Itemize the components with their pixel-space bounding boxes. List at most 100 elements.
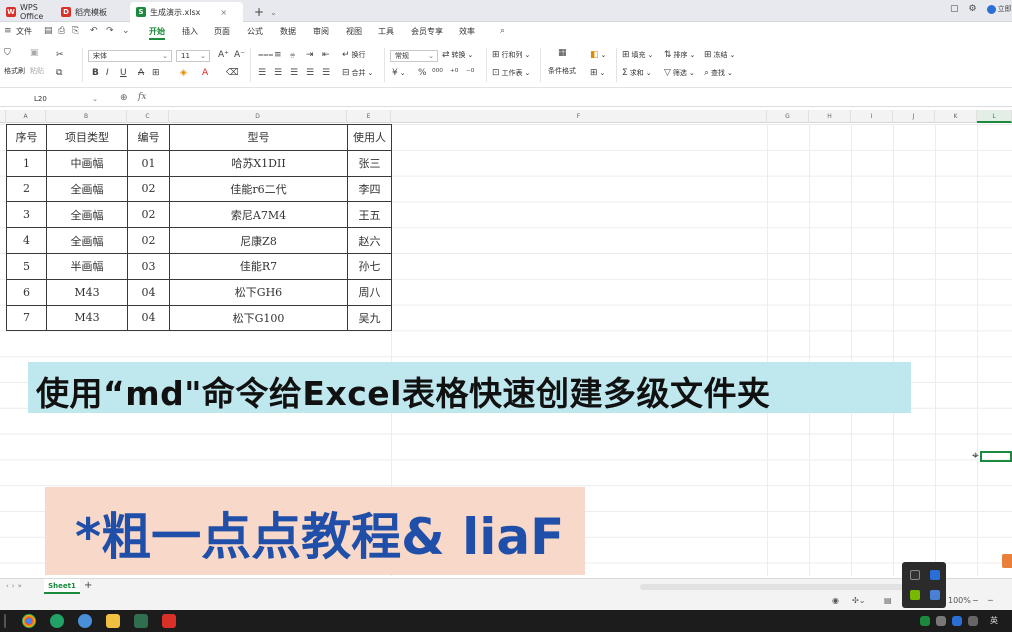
column-header-g[interactable]: G <box>767 110 809 123</box>
menu-member[interactable]: 会员专享 <box>411 26 443 37</box>
app-terminal-icon[interactable] <box>134 614 148 628</box>
menu-home[interactable]: 开始 <box>149 26 165 40</box>
chrome-icon[interactable] <box>22 614 36 628</box>
row-col-button[interactable]: ⊞ 行和列 ⌄ <box>492 50 530 60</box>
app-tray-icon[interactable] <box>910 570 920 580</box>
cell[interactable]: 7 <box>6 304 47 332</box>
percent-icon[interactable]: % <box>418 68 427 78</box>
border-icon[interactable]: ⊞ <box>152 68 160 78</box>
network-tray-icon[interactable] <box>936 616 946 626</box>
header-cell-code[interactable]: 编号 <box>127 124 170 151</box>
align-top-icon[interactable]: ⩶ <box>258 50 273 60</box>
cell[interactable]: 03 <box>127 252 170 280</box>
cell[interactable]: 5 <box>6 252 47 280</box>
nvidia-icon[interactable] <box>910 590 920 600</box>
column-header-k[interactable]: K <box>935 110 977 123</box>
account[interactable]: 立即 <box>986 4 1012 14</box>
zoom-icon[interactable]: ⊕ <box>120 93 128 103</box>
wps-taskbar-icon[interactable] <box>162 614 176 628</box>
cell[interactable]: 2 <box>6 175 47 203</box>
clear-format-icon[interactable]: ⌫ <box>226 68 239 78</box>
more-icon[interactable]: ⌄ <box>122 27 131 36</box>
align-middle-icon[interactable]: ≡ <box>274 50 282 60</box>
cell[interactable]: 张三 <box>347 149 392 177</box>
cell[interactable]: 1 <box>6 149 47 177</box>
decrease-decimal-icon[interactable]: ⁻⁰ <box>466 68 474 78</box>
tab-wps-office[interactable]: W WPS Office <box>0 2 52 22</box>
cell[interactable]: 吴九 <box>347 304 392 332</box>
page-layout-icon[interactable]: ▤ <box>884 596 892 605</box>
cell-border-icon[interactable]: ⊞ ⌄ <box>590 68 605 78</box>
align-right-icon[interactable]: ☰ <box>290 68 298 78</box>
cell[interactable]: 周八 <box>347 278 392 306</box>
redo-icon[interactable]: ↷ <box>106 27 115 36</box>
column-header-b[interactable]: B <box>46 110 127 123</box>
cell[interactable]: 6 <box>6 278 47 306</box>
add-sheet-icon[interactable]: + <box>84 580 92 591</box>
menu-formula[interactable]: 公式 <box>247 26 263 37</box>
cell[interactable]: 李四 <box>347 175 392 203</box>
worksheet-button[interactable]: ⊡ 工作表 ⌄ <box>492 68 530 78</box>
underline-icon[interactable]: U <box>120 68 127 78</box>
wrap-text-button[interactable]: ↵ 换行 <box>342 50 366 60</box>
cell[interactable]: 全画幅 <box>46 201 128 229</box>
filter-button[interactable]: ▽ 筛选 ⌄ <box>664 68 695 78</box>
sort-button[interactable]: ⇅ 排序 ⌄ <box>664 50 695 60</box>
menu-view[interactable]: 视图 <box>346 26 362 37</box>
cell[interactable]: 中画幅 <box>46 149 128 177</box>
fill-color-icon[interactable]: ◈ <box>180 68 187 78</box>
distribute-icon[interactable]: ☰ <box>322 68 330 78</box>
zoom-level[interactable]: 100% <box>948 596 971 605</box>
cell[interactable]: 孙七 <box>347 252 392 280</box>
fill-button[interactable]: ⊞ 填充 ⌄ <box>622 50 653 60</box>
increase-font-icon[interactable]: A⁺ <box>218 50 229 60</box>
fx-icon[interactable]: fx <box>138 92 146 102</box>
print-icon[interactable]: ⎘ <box>72 27 81 36</box>
active-cell-l20[interactable] <box>980 451 1012 462</box>
menu-tools[interactable]: 工具 <box>378 26 394 37</box>
cell[interactable]: 佳能R7 <box>169 252 348 280</box>
bluetooth-icon[interactable] <box>930 570 940 580</box>
find-button[interactable]: ⌕ 查找 ⌄ <box>704 68 733 78</box>
conditional-format-button[interactable]: ▦ 条件格式 <box>548 48 576 76</box>
menu-review[interactable]: 审阅 <box>313 26 329 37</box>
view-mode-icon[interactable]: ✣⌄ <box>852 596 865 605</box>
undo-history-icon[interactable]: ⎙ <box>58 27 67 36</box>
align-left-icon[interactable]: ☰ <box>258 68 266 78</box>
format-painter-button[interactable]: ⛉ 格式刷 <box>4 48 25 76</box>
layout-icon[interactable]: ▢ <box>950 4 959 14</box>
cell-style-icon[interactable]: ◧ ⌄ <box>590 50 606 60</box>
copy-icon[interactable]: ⧉ <box>56 68 62 78</box>
cell[interactable]: 哈苏X1DII <box>169 149 348 177</box>
cell[interactable]: 02 <box>127 227 170 254</box>
name-box[interactable]: L20 ⌄ <box>6 93 100 105</box>
column-header-a[interactable]: A <box>6 110 46 123</box>
settings-icon[interactable]: ⚙ <box>969 4 977 14</box>
header-cell-index[interactable]: 序号 <box>6 124 47 151</box>
cell[interactable]: 04 <box>127 278 170 306</box>
wechat-tray-icon[interactable] <box>920 616 930 626</box>
save-icon[interactable]: ▤ <box>44 27 53 36</box>
number-format-select[interactable]: 常规 ⌄ <box>390 50 438 62</box>
column-header-e[interactable]: E <box>347 110 391 123</box>
app-green-icon[interactable] <box>50 614 64 628</box>
cell[interactable]: 半画幅 <box>46 252 128 280</box>
cell[interactable]: 02 <box>127 201 170 229</box>
decrease-font-icon[interactable]: A⁻ <box>234 50 245 60</box>
column-header-d[interactable]: D <box>169 110 347 123</box>
hamburger-icon[interactable]: ≡ <box>4 27 13 36</box>
cell[interactable]: 04 <box>127 304 170 332</box>
menu-efficiency[interactable]: 效率 <box>459 26 475 37</box>
cell[interactable]: 4 <box>6 227 47 254</box>
tab-close-icon[interactable]: × <box>220 8 227 17</box>
italic-icon[interactable]: I <box>106 68 109 78</box>
header-cell-type[interactable]: 项目类型 <box>46 124 128 151</box>
column-header-h[interactable]: H <box>809 110 851 123</box>
file-explorer-icon[interactable] <box>106 614 120 628</box>
cell[interactable]: 松下G100 <box>169 304 348 332</box>
cell[interactable]: 01 <box>127 149 170 177</box>
cell[interactable]: 全画幅 <box>46 227 128 254</box>
sheet-tab-sheet1[interactable]: Sheet1 <box>44 579 80 594</box>
header-cell-user[interactable]: 使用人 <box>347 124 392 151</box>
sheet-nav-arrows-icon[interactable]: ‹›» <box>6 582 25 590</box>
